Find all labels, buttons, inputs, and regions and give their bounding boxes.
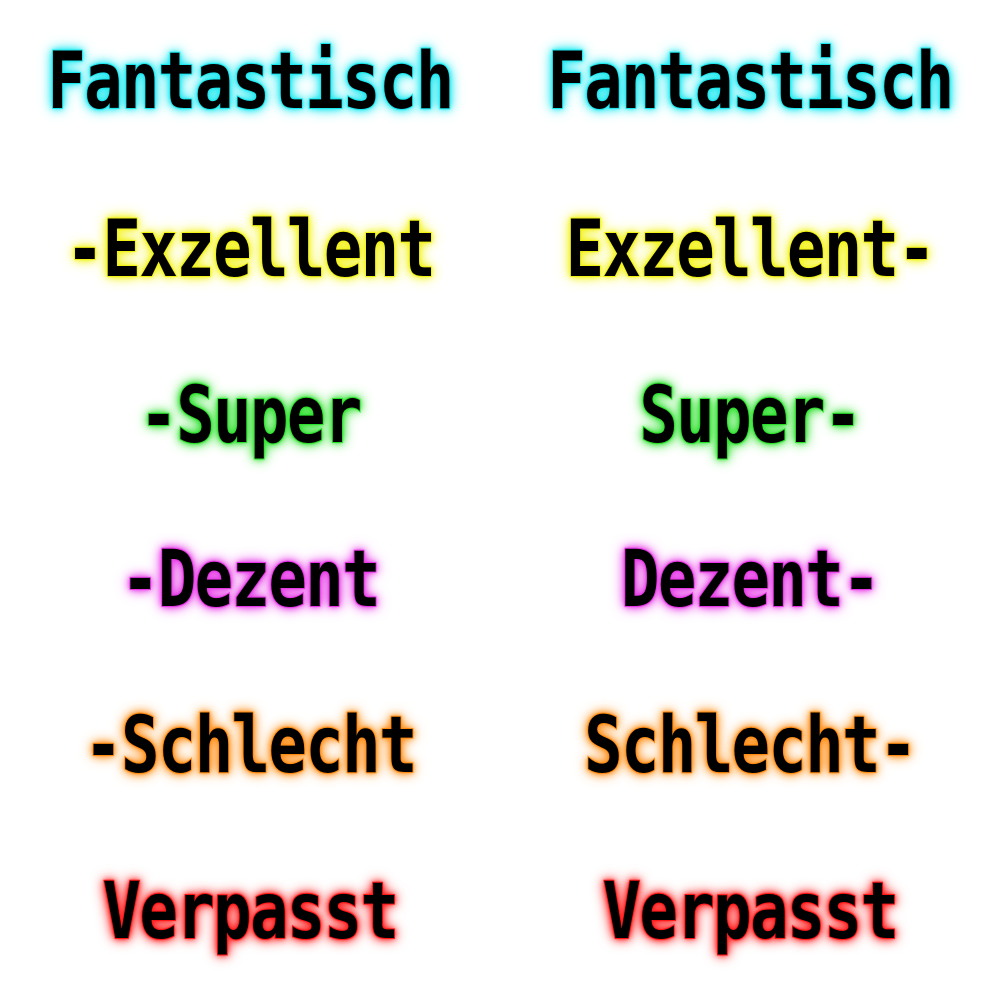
judgment-missed-right: Verpasst [602, 867, 900, 957]
judgment-bad-late: Schlecht- [583, 701, 918, 791]
judgment-excellent-early: -Exzellent [65, 205, 437, 295]
judgment-bad-early: -Schlecht [83, 701, 418, 791]
judgment-super-early: -Super [139, 371, 363, 461]
judgment-decent-late: Dezent- [620, 535, 881, 625]
judgment-fantastic-right: Fantastisch [546, 37, 955, 127]
judgment-fantastic-left: Fantastisch [46, 37, 455, 127]
judgment-excellent-late: Exzellent- [565, 205, 937, 295]
judgment-missed-left: Verpasst [102, 867, 400, 957]
judgment-sprite-sheet: Fantastisch -Exzellent -Super -Dezent -S… [0, 0, 1000, 990]
judgment-super-late: Super- [639, 371, 863, 461]
judgment-decent-early: -Dezent [120, 535, 381, 625]
